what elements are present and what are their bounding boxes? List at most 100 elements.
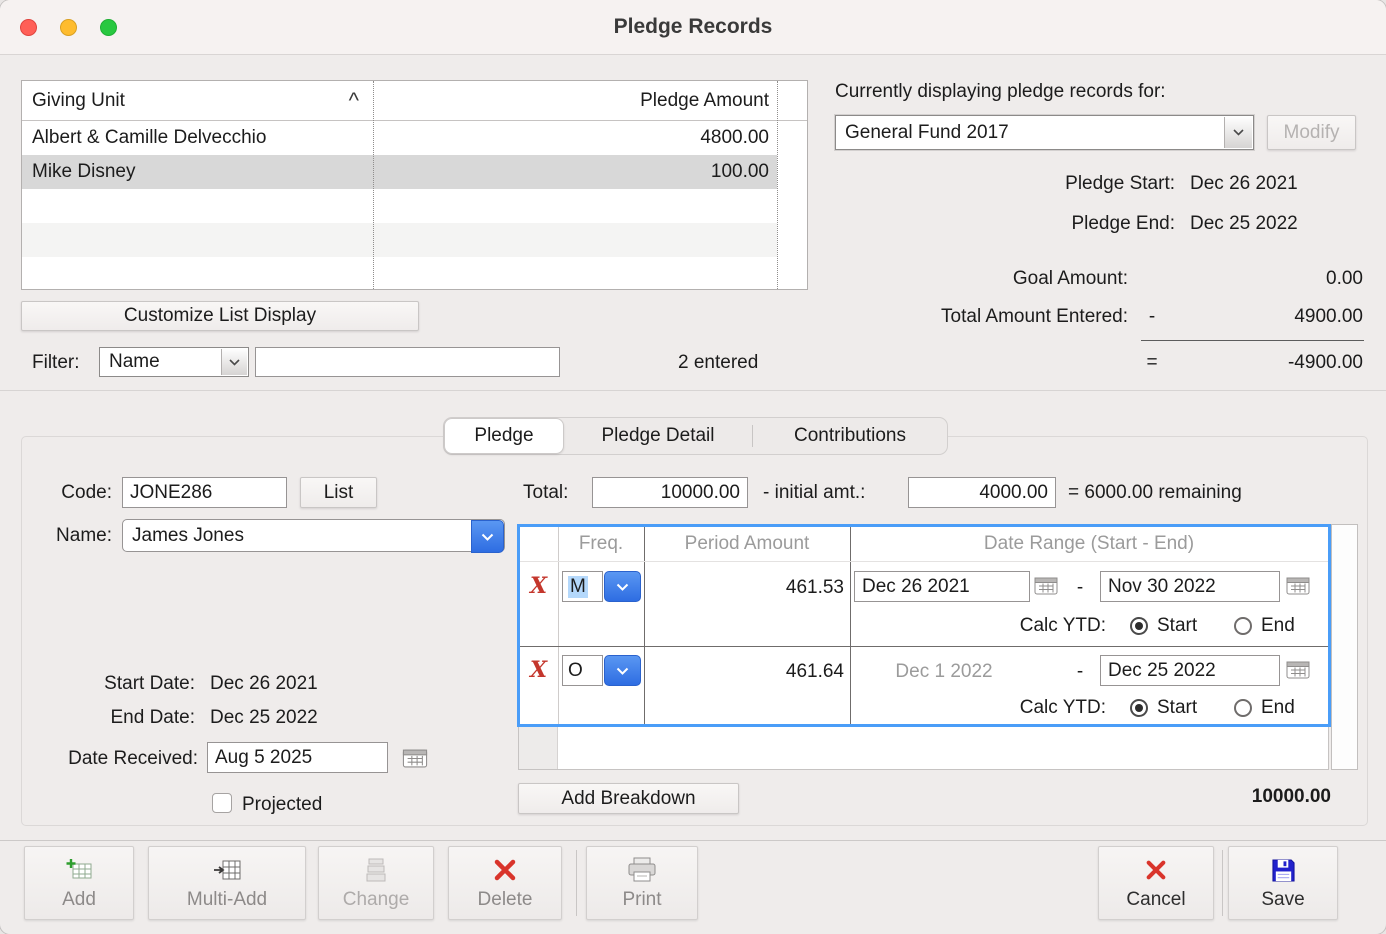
date-start-readonly: Dec 1 2022	[854, 661, 1034, 683]
frequency-dropdown-button[interactable]	[604, 571, 641, 602]
modify-button[interactable]: Modify	[1267, 115, 1356, 150]
projected-label: Projected	[242, 794, 322, 816]
fund-select[interactable]: General Fund 2017	[835, 115, 1254, 150]
goal-amount-label: Goal Amount:	[835, 268, 1128, 290]
calendar-icon[interactable]	[1286, 576, 1310, 595]
initial-amount-label: - initial amt.:	[763, 482, 865, 504]
filter-label: Filter:	[32, 352, 80, 374]
breakdown-scrollbar[interactable]	[1331, 524, 1358, 770]
tab-contributions[interactable]: Contributions	[753, 418, 947, 454]
calc-ytd-end-label: End	[1261, 615, 1295, 637]
print-icon	[627, 855, 657, 885]
sum-line	[1141, 340, 1364, 341]
fund-select-value: General Fund 2017	[845, 122, 1009, 144]
total-input[interactable]	[592, 477, 748, 508]
frequency-input[interactable]: O	[562, 655, 603, 686]
name-dropdown-button[interactable]	[471, 520, 504, 553]
initial-amount-input[interactable]	[908, 477, 1056, 508]
column-header-giving-unit[interactable]: Giving Unit ^	[22, 81, 373, 120]
calendar-icon[interactable]	[1286, 660, 1310, 679]
add-button[interactable]: Add	[24, 846, 134, 920]
column-header-pledge-amount[interactable]: Pledge Amount	[373, 81, 777, 120]
pledge-amount-value: 4800.00	[373, 121, 777, 155]
add-breakdown-button[interactable]: Add Breakdown	[518, 783, 739, 814]
column-header-label: Giving Unit	[32, 90, 125, 112]
column-header-period-amount: Period Amount	[644, 527, 850, 561]
frequency-value: O	[568, 660, 583, 682]
change-button[interactable]: Change	[318, 846, 434, 920]
customize-list-display-button[interactable]: Customize List Display	[21, 301, 419, 331]
save-icon	[1271, 855, 1296, 885]
date-received-input[interactable]	[207, 742, 388, 773]
pledge-end-label: Pledge End:	[835, 213, 1175, 235]
calc-ytd-end-label: End	[1261, 697, 1295, 719]
column-header-date-range: Date Range (Start - End)	[850, 527, 1328, 561]
total-label: Total:	[523, 482, 568, 504]
date-start-input[interactable]	[854, 571, 1030, 602]
filter-text-input[interactable]	[255, 347, 560, 377]
date-end-input[interactable]	[1100, 655, 1280, 686]
period-amount-value[interactable]: 461.53	[648, 577, 844, 599]
modify-button-label: Modify	[1284, 122, 1340, 144]
projected-checkbox[interactable]	[212, 793, 232, 813]
pledge-amount-value: 100.00	[373, 155, 777, 189]
tab-bar: Pledge Pledge Detail Contributions	[443, 417, 948, 455]
filter-field-select[interactable]: Name	[99, 347, 249, 377]
code-label: Code:	[20, 482, 112, 504]
delete-button[interactable]: Delete	[448, 846, 562, 920]
calc-ytd-start-radio[interactable]	[1130, 617, 1148, 635]
close-button[interactable]	[20, 19, 37, 36]
table-row[interactable]: Albert & Camille Delvecchio 4800.00	[22, 121, 777, 155]
tab-label: Pledge	[474, 425, 533, 447]
total-amount-entered-label: Total Amount Entered:	[835, 306, 1128, 328]
end-date-label: End Date:	[40, 707, 195, 729]
entered-count: 2 entered	[678, 352, 758, 374]
frequency-input[interactable]: M	[562, 571, 603, 602]
table-row-selected[interactable]: Mike Disney 100.00	[22, 155, 777, 189]
multi-add-button[interactable]: Multi-Add	[148, 846, 306, 920]
name-combo[interactable]: James Jones	[122, 519, 505, 552]
calc-ytd-start-radio[interactable]	[1130, 699, 1148, 717]
column-divider	[373, 81, 374, 289]
column-header-freq: Freq.	[558, 527, 644, 561]
giving-unit-table-header: Giving Unit ^ Pledge Amount	[22, 81, 807, 121]
tab-pledge[interactable]: Pledge	[444, 418, 564, 454]
code-input[interactable]	[122, 477, 287, 508]
delete-row-icon[interactable]: X	[530, 573, 547, 599]
minimize-button[interactable]	[60, 19, 77, 36]
calc-ytd-end-radio[interactable]	[1234, 617, 1252, 635]
zoom-button[interactable]	[100, 19, 117, 36]
print-button[interactable]: Print	[586, 846, 698, 920]
total-amount-entered-value: 4900.00	[1150, 306, 1363, 328]
section-divider	[0, 390, 1386, 391]
cancel-button[interactable]: Cancel	[1098, 846, 1214, 920]
end-date-value: Dec 25 2022	[210, 707, 318, 729]
table-row-empty	[22, 257, 777, 289]
frequency-dropdown-button[interactable]	[604, 655, 641, 686]
calendar-icon[interactable]	[402, 748, 428, 768]
breakdown-row: X O 461.64 Dec 1 2022 - Calc YTD: Start	[520, 647, 1328, 724]
table-row-empty	[22, 189, 777, 223]
tab-label: Contributions	[794, 425, 906, 447]
delete-row-icon[interactable]: X	[530, 657, 547, 683]
list-button[interactable]: List	[300, 477, 377, 508]
goal-amount-value: 0.00	[1140, 268, 1363, 290]
date-end-input[interactable]	[1100, 571, 1280, 602]
calc-ytd-label: Calc YTD:	[854, 615, 1106, 637]
multi-add-button-label: Multi-Add	[187, 889, 267, 911]
calc-ytd-start-label: Start	[1157, 615, 1197, 637]
start-date-value: Dec 26 2021	[210, 673, 318, 695]
save-button[interactable]: Save	[1228, 846, 1338, 920]
date-range-separator: -	[1072, 661, 1088, 683]
pledge-start-value: Dec 26 2021	[1190, 173, 1298, 195]
pledge-start-label: Pledge Start:	[835, 173, 1175, 195]
period-amount-value[interactable]: 461.64	[648, 661, 844, 683]
scrollbar-track[interactable]	[777, 81, 778, 289]
calendar-icon[interactable]	[1034, 576, 1058, 595]
toolbar-separator	[1222, 850, 1223, 916]
tab-pledge-detail[interactable]: Pledge Detail	[564, 418, 752, 454]
multi-add-icon	[213, 855, 242, 885]
pledge-records-window: Pledge Records Giving Unit ^ Pledge Amou…	[0, 0, 1386, 934]
calc-ytd-end-radio[interactable]	[1234, 699, 1252, 717]
breakdown-empty-row	[518, 727, 1329, 770]
